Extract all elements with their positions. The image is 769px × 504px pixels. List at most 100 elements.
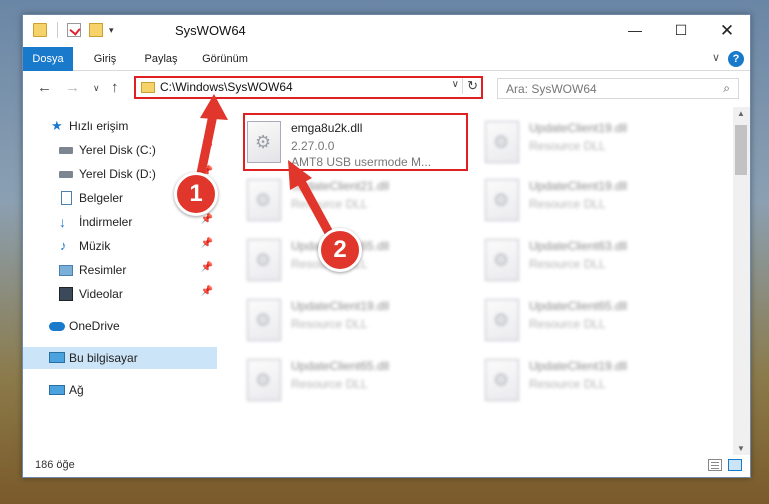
vertical-scrollbar[interactable]: ▲ ▼ [733,107,750,455]
dll-file-icon [247,359,281,401]
search-icon: ⌕ [723,81,730,95]
sidebar-item-label: OneDrive [69,319,120,333]
scroll-up-icon[interactable]: ▲ [737,109,745,118]
back-button[interactable]: ← [37,79,52,96]
tab-home[interactable]: Giriş [83,47,127,71]
sidebar-item-onedrive[interactable]: OneDrive [23,315,217,337]
pin-icon[interactable]: 📌 [201,142,213,153]
sidebar-item-music[interactable]: ♪ Müzik 📌 [23,235,217,257]
file-type: Resource DLL [529,139,606,153]
navigation-pane: ★ Hızlı erişim Yerel Disk (C:) 📌 Yerel D… [23,115,217,455]
annotation-badge-2: 2 [318,228,362,272]
dll-file-icon [485,239,519,281]
address-dropdown-icon[interactable]: ∨ [452,79,459,90]
maximize-button[interactable]: ☐ [658,15,704,46]
refresh-icon[interactable]: ↻ [462,78,478,94]
file-name: emga8u2k.dll [291,121,363,135]
sidebar-item-label: İndirmeler [79,215,133,229]
dll-file-icon [247,121,281,163]
file-type: Resource DLL [291,377,368,391]
file-item[interactable]: UpdateClient63.dll Resource DLL [479,233,705,291]
sidebar-item-pictures[interactable]: Resimler 📌 [23,259,217,281]
folder-icon[interactable] [33,23,47,37]
details-view-icon[interactable] [708,459,722,471]
tab-file[interactable]: Dosya [23,47,73,71]
file-item[interactable]: UpdateClient19.dll Resource DLL [479,353,705,411]
tab-share[interactable]: Paylaş [135,47,187,71]
scroll-thumb[interactable] [735,125,747,175]
video-icon [59,287,73,301]
sidebar-item-network[interactable]: Ağ [23,379,217,401]
minimize-button[interactable]: — [612,15,658,46]
new-folder-icon[interactable] [89,23,103,37]
pin-icon[interactable]: 📌 [201,214,213,225]
file-type: Resource DLL [291,317,368,331]
file-type: Resource DLL [291,197,368,211]
title-bar: ▾ SysWOW64 — ☐ ✕ [23,15,750,47]
download-icon: ↓ [59,214,66,230]
tiles-view-icon[interactable] [728,459,742,471]
file-type: Resource DLL [529,197,606,211]
forward-button[interactable]: → [65,79,80,96]
ribbon-tabs: Dosya Giriş Paylaş Görünüm ∨ ? [23,47,750,71]
tab-view[interactable]: Görünüm [193,47,257,71]
customize-toolbar-icon[interactable]: ▾ [109,23,131,37]
file-item[interactable]: UpdateClient19.dll Resource DLL [241,293,467,351]
recent-locations-button[interactable]: ∨ [93,83,100,94]
documents-icon [61,191,72,205]
navigation-bar: ← → ∨ ↑ C:\Windows\SysWOW64 ∨ ↻ Ara: Sys… [23,73,750,105]
sidebar-item-label: Videolar [79,287,123,301]
dll-file-icon [485,121,519,163]
network-icon [49,385,65,395]
file-name: UpdateClient19.dll [529,121,628,135]
explorer-window: ▾ SysWOW64 — ☐ ✕ Dosya Giriş Paylaş Görü… [22,14,751,478]
file-type: Resource DLL [529,317,606,331]
divider [57,22,58,38]
sidebar-item-label: Ağ [69,383,84,397]
address-bar[interactable]: C:\Windows\SysWOW64 ∨ ↻ [134,76,483,99]
file-item[interactable]: UpdateClient65.dll Resource DLL [241,353,467,411]
sidebar-item-label: Müzik [79,239,111,253]
dll-file-icon [485,179,519,221]
search-input[interactable]: Ara: SysWOW64 ⌕ [497,78,739,99]
chevron-down-icon: ▾ [109,25,114,35]
sidebar-item-this-pc[interactable]: Bu bilgisayar [23,347,217,369]
file-description: AMT8 USB usermode M... [291,155,432,169]
file-name: UpdateClient19.dll [291,299,390,313]
file-item[interactable]: UpdateClient21.dll Resource DLL [241,173,467,231]
file-item-emga8u2k[interactable]: emga8u2k.dll 2.27.0.0 AMT8 USB usermode … [241,113,468,173]
annotation-badge-1: 1 [174,172,218,216]
file-name: UpdateClient65.dll [529,299,628,313]
sidebar-item-quick-access[interactable]: ★ Hızlı erişim [23,115,217,137]
file-type: Resource DLL [529,257,606,271]
sidebar-item-label: Yerel Disk (C:) [79,143,156,157]
file-list: emga8u2k.dll 2.27.0.0 AMT8 USB usermode … [241,107,735,457]
help-icon[interactable]: ? [728,51,744,67]
scroll-down-icon[interactable]: ▼ [737,444,745,453]
properties-icon[interactable] [67,23,81,37]
up-button[interactable]: ↑ [111,79,119,96]
sidebar-item-label: Belgeler [79,191,124,205]
expand-ribbon-icon[interactable]: ∨ [712,51,720,64]
item-count: 186 öğe [35,459,75,471]
sidebar-item-videos[interactable]: Videolar 📌 [23,283,217,305]
dll-file-icon [247,299,281,341]
pin-icon[interactable]: 📌 [201,262,213,273]
close-button[interactable]: ✕ [704,15,750,46]
dll-file-icon [485,299,519,341]
address-path[interactable]: C:\Windows\SysWOW64 [160,80,293,94]
sidebar-item-disk-c[interactable]: Yerel Disk (C:) 📌 [23,139,217,161]
file-name: UpdateClient63.dll [529,239,628,253]
pictures-icon [59,265,73,276]
pin-icon[interactable]: 📌 [201,286,213,297]
pin-icon[interactable]: 📌 [201,238,213,249]
drive-icon [59,171,73,178]
file-item[interactable]: UpdateClient19.dll Resource DLL [479,115,705,173]
file-item[interactable]: UpdateClient65.dll Resource DLL [479,293,705,351]
file-item[interactable]: UpdateClient19.dll Resource DLL [479,173,705,231]
folder-icon [141,82,155,93]
sidebar-item-label: Resimler [79,263,127,277]
window-title: SysWOW64 [175,23,246,38]
file-name: UpdateClient21.dll [291,179,390,193]
dll-file-icon [247,179,281,221]
